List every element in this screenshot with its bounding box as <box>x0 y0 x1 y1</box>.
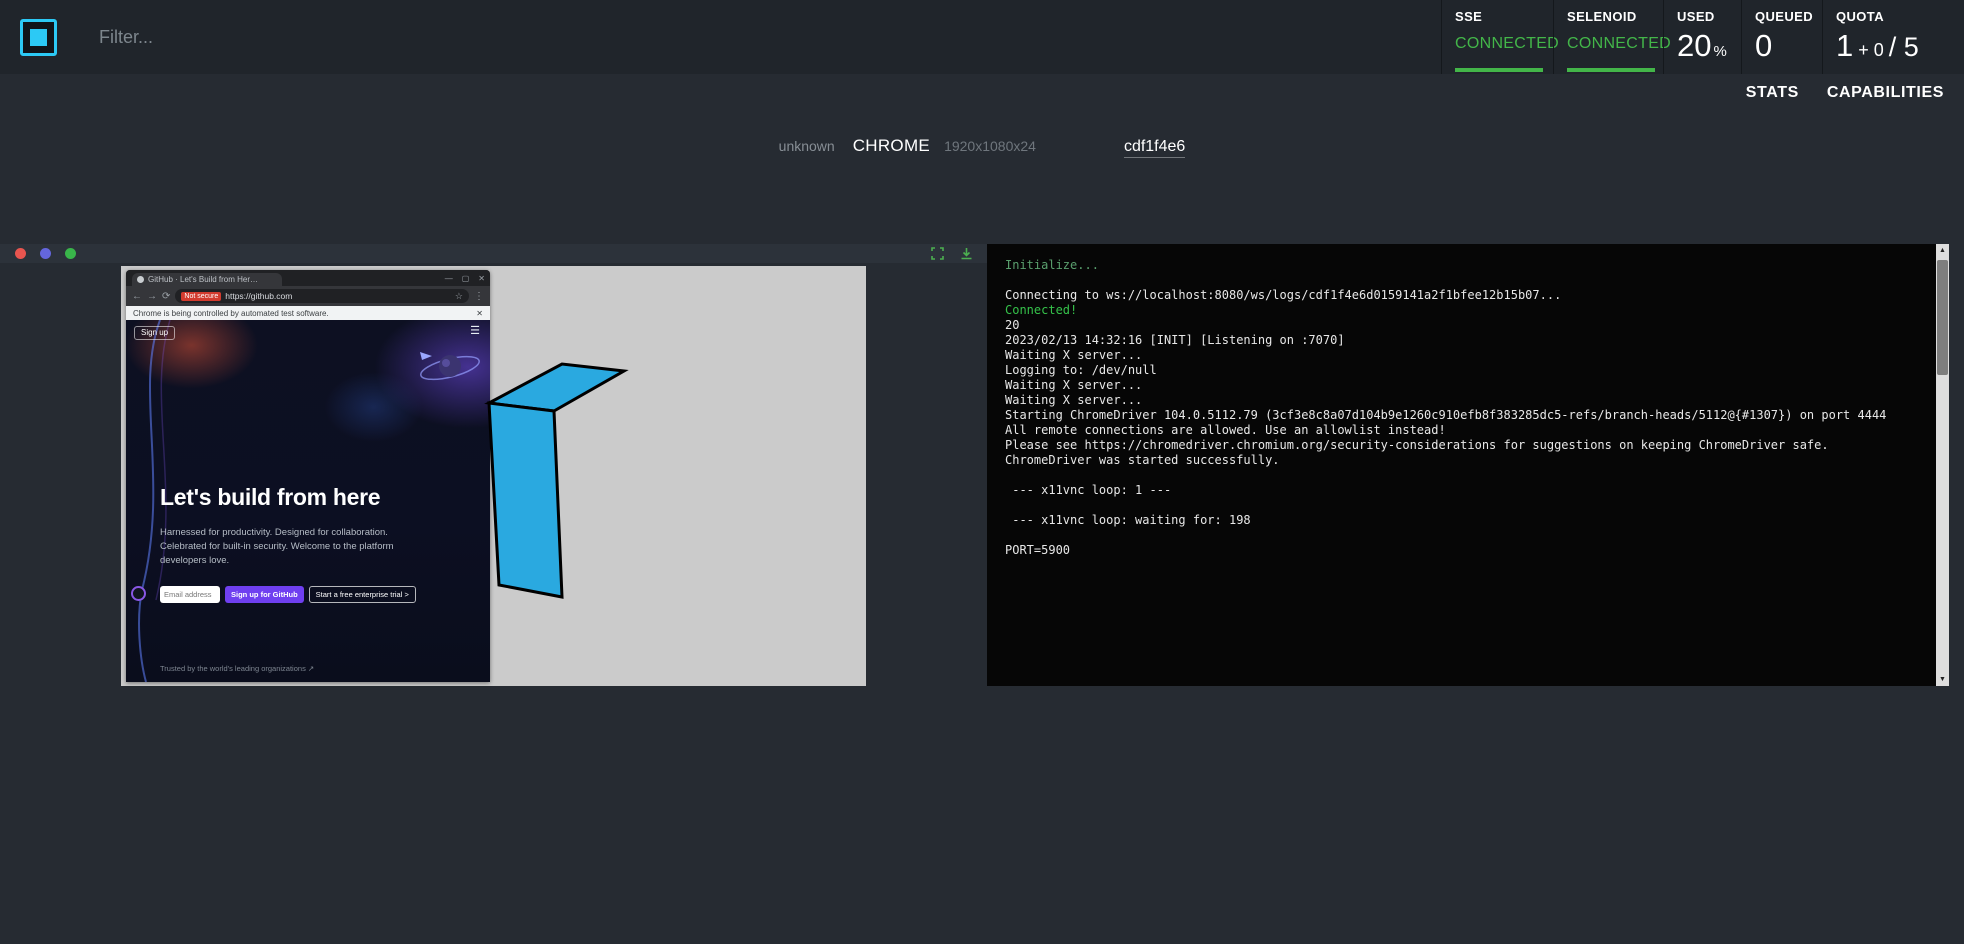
stat-used: USED 20% <box>1663 0 1741 74</box>
scrollbar-up-icon[interactable]: ▲ <box>1936 244 1949 257</box>
code-node-icon <box>131 586 146 601</box>
remote-tabstrip: GitHub · Let's Build from Her… — ▢ ✕ <box>126 270 490 286</box>
log-content: Initialize... Connecting to ws://localho… <box>1005 258 1925 558</box>
enterprise-trial-button: Start a free enterprise trial > <box>309 586 416 603</box>
log-line <box>1005 498 1925 513</box>
maximize-icon: ▢ <box>462 274 470 283</box>
stat-queued-value: 0 <box>1755 28 1822 64</box>
session-resolution: 1920x1080x24 <box>944 138 1036 154</box>
log-line: PORT=5900 <box>1005 543 1925 558</box>
stat-used-value: 20% <box>1677 28 1741 64</box>
log-line: Waiting X server... <box>1005 393 1925 408</box>
percent-sign: % <box>1713 43 1726 60</box>
log-line: Logging to: /dev/null <box>1005 363 1925 378</box>
session-browser: CHROME <box>853 136 930 156</box>
stat-quota: QUOTA 1+ 0/ 5 <box>1822 0 1964 74</box>
log-line: Initialize... <box>1005 258 1925 273</box>
filter-input[interactable] <box>99 27 519 48</box>
github-signup-top-button: Sign up <box>134 326 175 340</box>
reload-icon: ⟳ <box>162 291 170 302</box>
minimize-icon: — <box>445 274 453 283</box>
window-dot-blue-icon <box>40 248 51 259</box>
remote-tab-title: GitHub · Let's Build from Her… <box>148 275 258 284</box>
security-chip: Not secure <box>181 292 221 301</box>
vnc-titlebar <box>0 244 987 263</box>
back-icon: ← <box>132 291 142 302</box>
log-line <box>1005 528 1925 543</box>
github-favicon-icon <box>137 276 144 283</box>
infobar-text: Chrome is being controlled by automated … <box>133 309 329 318</box>
remote-toolbar: ← → ⟳ Not secure https://github.com ☆ ⋮ <box>126 286 490 306</box>
stat-quota-label: QUOTA <box>1836 9 1964 24</box>
session-user: unknown <box>779 138 835 154</box>
stat-selenoid: SELENOID CONNECTED <box>1553 0 1663 74</box>
view-tabs: STATS CAPABILITIES <box>1746 84 1944 102</box>
vnc-screen[interactable]: GitHub · Let's Build from Her… — ▢ ✕ ← →… <box>121 266 866 686</box>
log-line <box>1005 273 1925 288</box>
log-line: All remote connections are allowed. Use … <box>1005 423 1925 438</box>
log-line: 20 <box>1005 318 1925 333</box>
email-field <box>160 586 220 603</box>
session-id-link[interactable]: cdf1f4e6 <box>1124 138 1185 158</box>
log-line: --- x11vnc loop: 1 --- <box>1005 483 1925 498</box>
automation-infobar: Chrome is being controlled by automated … <box>126 306 490 320</box>
stat-queued-label: QUEUED <box>1755 9 1822 24</box>
log-line: Please see https://chromedriver.chromium… <box>1005 438 1925 453</box>
stat-quota-value: 1+ 0/ 5 <box>1836 28 1964 64</box>
github-signup-form: Sign up for GitHub Start a free enterpri… <box>160 586 416 603</box>
remote-address-bar: Not secure https://github.com ☆ <box>175 289 469 303</box>
remote-window-controls: — ▢ ✕ <box>445 270 485 286</box>
log-line: 2023/02/13 14:32:16 [INIT] [Listening on… <box>1005 333 1925 348</box>
log-line: Starting ChromeDriver 104.0.5112.79 (3cf… <box>1005 408 1925 423</box>
github-headline: Let's build from here <box>160 484 380 511</box>
log-scrollbar[interactable]: ▲ ▼ <box>1936 244 1949 686</box>
status-stats: SSE CONNECTED SELENOID CONNECTED USED 20… <box>1441 0 1964 74</box>
remote-browser-tab: GitHub · Let's Build from Her… <box>132 273 282 286</box>
log-line: Waiting X server... <box>1005 348 1925 363</box>
stat-queued: QUEUED 0 <box>1741 0 1822 74</box>
sse-connected-underline <box>1455 68 1543 72</box>
download-icon[interactable] <box>960 247 973 260</box>
stat-sse-label: SSE <box>1455 9 1553 24</box>
infobar-close-icon: ✕ <box>476 309 483 318</box>
tab-stats[interactable]: STATS <box>1746 84 1799 102</box>
bookmark-star-icon: ☆ <box>455 291 463 302</box>
log-line: Connected! <box>1005 303 1925 318</box>
remote-browser-window: GitHub · Let's Build from Her… — ▢ ✕ ← →… <box>126 270 490 682</box>
kebab-menu-icon: ⋮ <box>474 291 484 302</box>
close-icon: ✕ <box>478 274 485 283</box>
log-line: --- x11vnc loop: waiting for: 198 <box>1005 513 1925 528</box>
signup-for-github-button: Sign up for GitHub <box>225 586 304 603</box>
scrollbar-thumb[interactable] <box>1937 260 1948 375</box>
log-line: ChromeDriver was started successfully. <box>1005 453 1925 468</box>
selenoid-connected-underline <box>1567 68 1655 72</box>
stat-sse-value: CONNECTED <box>1455 35 1553 53</box>
session-log-panel: Initialize... Connecting to ws://localho… <box>987 244 1949 686</box>
selenoid-logo-icon <box>20 19 57 56</box>
window-dot-green-icon <box>65 248 76 259</box>
stat-selenoid-value: CONNECTED <box>1567 35 1663 53</box>
session-row[interactable]: unknown CHROME 1920x1080x24 cdf1f4e6 <box>0 136 1964 164</box>
remote-url: https://github.com <box>225 291 292 301</box>
window-dot-red-icon <box>15 248 26 259</box>
tab-capabilities[interactable]: CAPABILITIES <box>1827 84 1944 102</box>
stat-sse: SSE CONNECTED <box>1441 0 1553 74</box>
scrollbar-down-icon[interactable]: ▼ <box>1936 673 1949 686</box>
log-line <box>1005 468 1925 483</box>
top-bar: SSE CONNECTED SELENOID CONNECTED USED 20… <box>0 0 1964 74</box>
logo-inner-square <box>30 29 47 46</box>
log-line: Connecting to ws://localhost:8080/ws/log… <box>1005 288 1925 303</box>
github-page: Sign up ☰ Let's build from here Harnesse… <box>126 320 490 682</box>
forward-icon: → <box>147 291 157 302</box>
log-line: Waiting X server... <box>1005 378 1925 393</box>
github-footer-note: Trusted by the world's leading organizat… <box>160 664 314 673</box>
github-subtext: Harnessed for productivity. Designed for… <box>160 526 412 567</box>
stat-used-label: USED <box>1677 9 1741 24</box>
fullscreen-icon[interactable] <box>931 247 944 260</box>
vnc-panel: GitHub · Let's Build from Her… — ▢ ✕ ← →… <box>0 244 987 686</box>
stat-selenoid-label: SELENOID <box>1567 9 1663 24</box>
hamburger-menu-icon: ☰ <box>470 324 480 337</box>
planet-art <box>412 342 482 392</box>
vnc-actions <box>931 247 973 260</box>
